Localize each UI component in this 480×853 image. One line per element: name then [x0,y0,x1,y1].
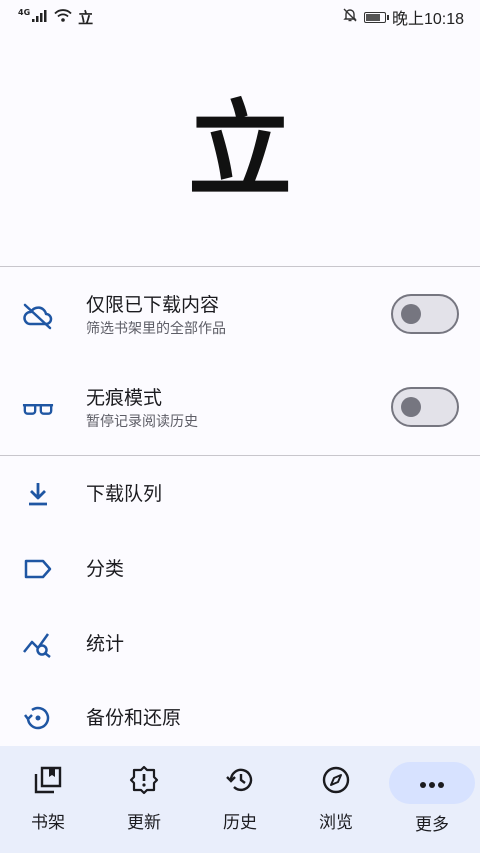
library-icon [34,766,62,798]
menu-label: 统计 [86,633,125,655]
app-notification-glyph: 立 [78,8,94,27]
nav-more[interactable]: 更多 [384,746,480,853]
bottom-navigation: 书架 更新 历史 浏览 更多 [0,746,480,853]
menu-stats-texts: 统计 [86,632,124,656]
mute-icon [342,7,358,27]
history-icon [225,766,255,798]
app-logo: 立 [187,89,292,211]
nav-icon-container [208,762,272,802]
clock: 晚上10:18 [391,11,464,28]
nav-label: 更新 [127,813,161,833]
download-icon [22,478,54,510]
nav-label: 书架 [31,813,65,833]
downloaded-only-switch[interactable] [391,294,459,334]
menu-download-queue[interactable]: 下载队列 [0,458,480,530]
incognito-subtitle: 暂停记录阅读历史 [86,414,198,430]
menu-categories-texts: 分类 [86,557,124,581]
downloaded-only-title: 仅限已下载内容 [86,294,220,316]
downloaded-only-texts: 仅限已下载内容 筛选书架里的全部作品 [86,293,226,339]
switch-knob [401,304,421,324]
nav-label: 更多 [415,815,449,835]
glasses-icon [22,393,54,425]
menu-backup-restore-texts: 备份和还原 [86,706,181,730]
more-icon [419,774,445,793]
stats-icon [22,628,54,660]
cloud-off-icon [22,300,54,332]
menu-label: 下载队列 [86,483,163,505]
nav-history[interactable]: 历史 [192,746,288,853]
menu-label: 备份和还原 [86,707,182,729]
nav-icon-container [389,762,475,804]
wifi-icon [54,8,72,26]
nav-icon-container [112,762,176,802]
nav-browse[interactable]: 浏览 [288,746,384,853]
status-right: 晚上10:18 [342,5,464,29]
divider [0,266,480,267]
updates-icon [129,765,159,799]
signal-icon [32,8,48,26]
label-icon [22,553,54,585]
status-left: 4G 立 [18,7,93,28]
nav-icon-container [16,762,80,802]
compass-icon [322,766,350,798]
downloaded-only-subtitle: 筛选书架里的全部作品 [86,321,226,337]
divider [0,455,480,456]
incognito-title: 无痕模式 [86,387,163,409]
nav-updates[interactable]: 更新 [96,746,192,853]
menu-download-queue-texts: 下载队列 [86,482,162,506]
nav-library[interactable]: 书架 [0,746,96,853]
nav-label: 浏览 [319,813,353,833]
nav-label: 历史 [223,813,257,833]
battery-icon [363,11,389,23]
restore-icon [22,702,54,734]
nav-icon-container [304,762,368,802]
status-bar: 4G 立 晚上10:18 [0,0,480,34]
incognito-texts: 无痕模式 暂停记录阅读历史 [86,386,198,432]
downloaded-only-row[interactable]: 仅限已下载内容 筛选书架里的全部作品 [0,282,480,350]
menu-categories[interactable]: 分类 [0,533,480,605]
menu-backup-restore[interactable]: 备份和还原 [0,682,480,754]
menu-stats[interactable]: 统计 [0,608,480,680]
incognito-switch[interactable] [391,387,459,427]
menu-label: 分类 [86,558,125,580]
switch-knob [401,397,421,417]
network-type-label: 4G [18,7,31,17]
incognito-row[interactable]: 无痕模式 暂停记录阅读历史 [0,375,480,443]
